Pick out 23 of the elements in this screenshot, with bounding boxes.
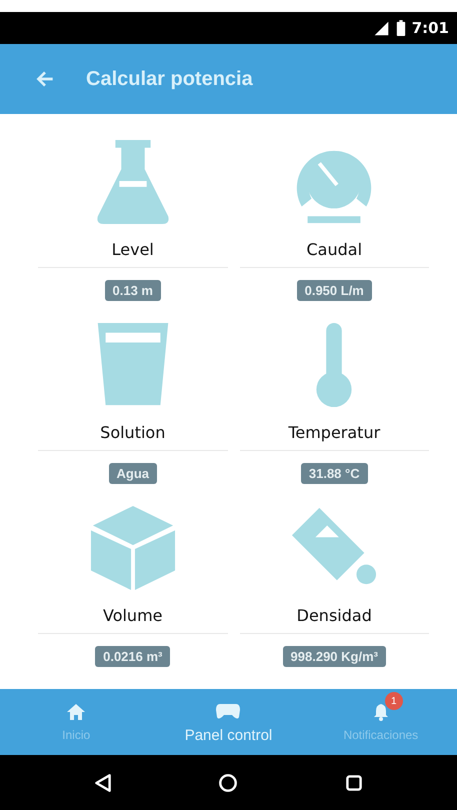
value-badge: 0.950 L/m (296, 280, 372, 301)
card-label: Caudal (306, 240, 362, 259)
nav-tab[interactable]: Panel control (152, 689, 305, 755)
home-key[interactable] (217, 772, 240, 794)
card-label: Densidad (296, 606, 372, 625)
card-label: Level (112, 240, 154, 259)
card-label: Volume (102, 606, 162, 625)
card-label: Solution (100, 423, 166, 442)
value-badge: 998.290 Kg/m³ (282, 646, 386, 667)
card-label: Temperatur (288, 423, 380, 442)
nav-tab[interactable]: 1 Notificaciones (304, 689, 457, 755)
screen-title: Calcular potencia (86, 68, 253, 90)
value-badge: 0.13 m (104, 280, 161, 301)
value-badge: 0.0216 m³ (95, 646, 170, 667)
cube-icon (88, 504, 177, 592)
signal-icon (372, 20, 390, 36)
value-badge: 31.88 °C (300, 463, 368, 484)
home-icon (66, 702, 86, 722)
value-badge: Agua (108, 463, 157, 484)
nav-tab[interactable]: Inicio (0, 689, 152, 755)
clock-text: 7:01 (412, 19, 449, 37)
battery-icon (396, 20, 406, 36)
notification-badge: 1 (384, 692, 403, 710)
